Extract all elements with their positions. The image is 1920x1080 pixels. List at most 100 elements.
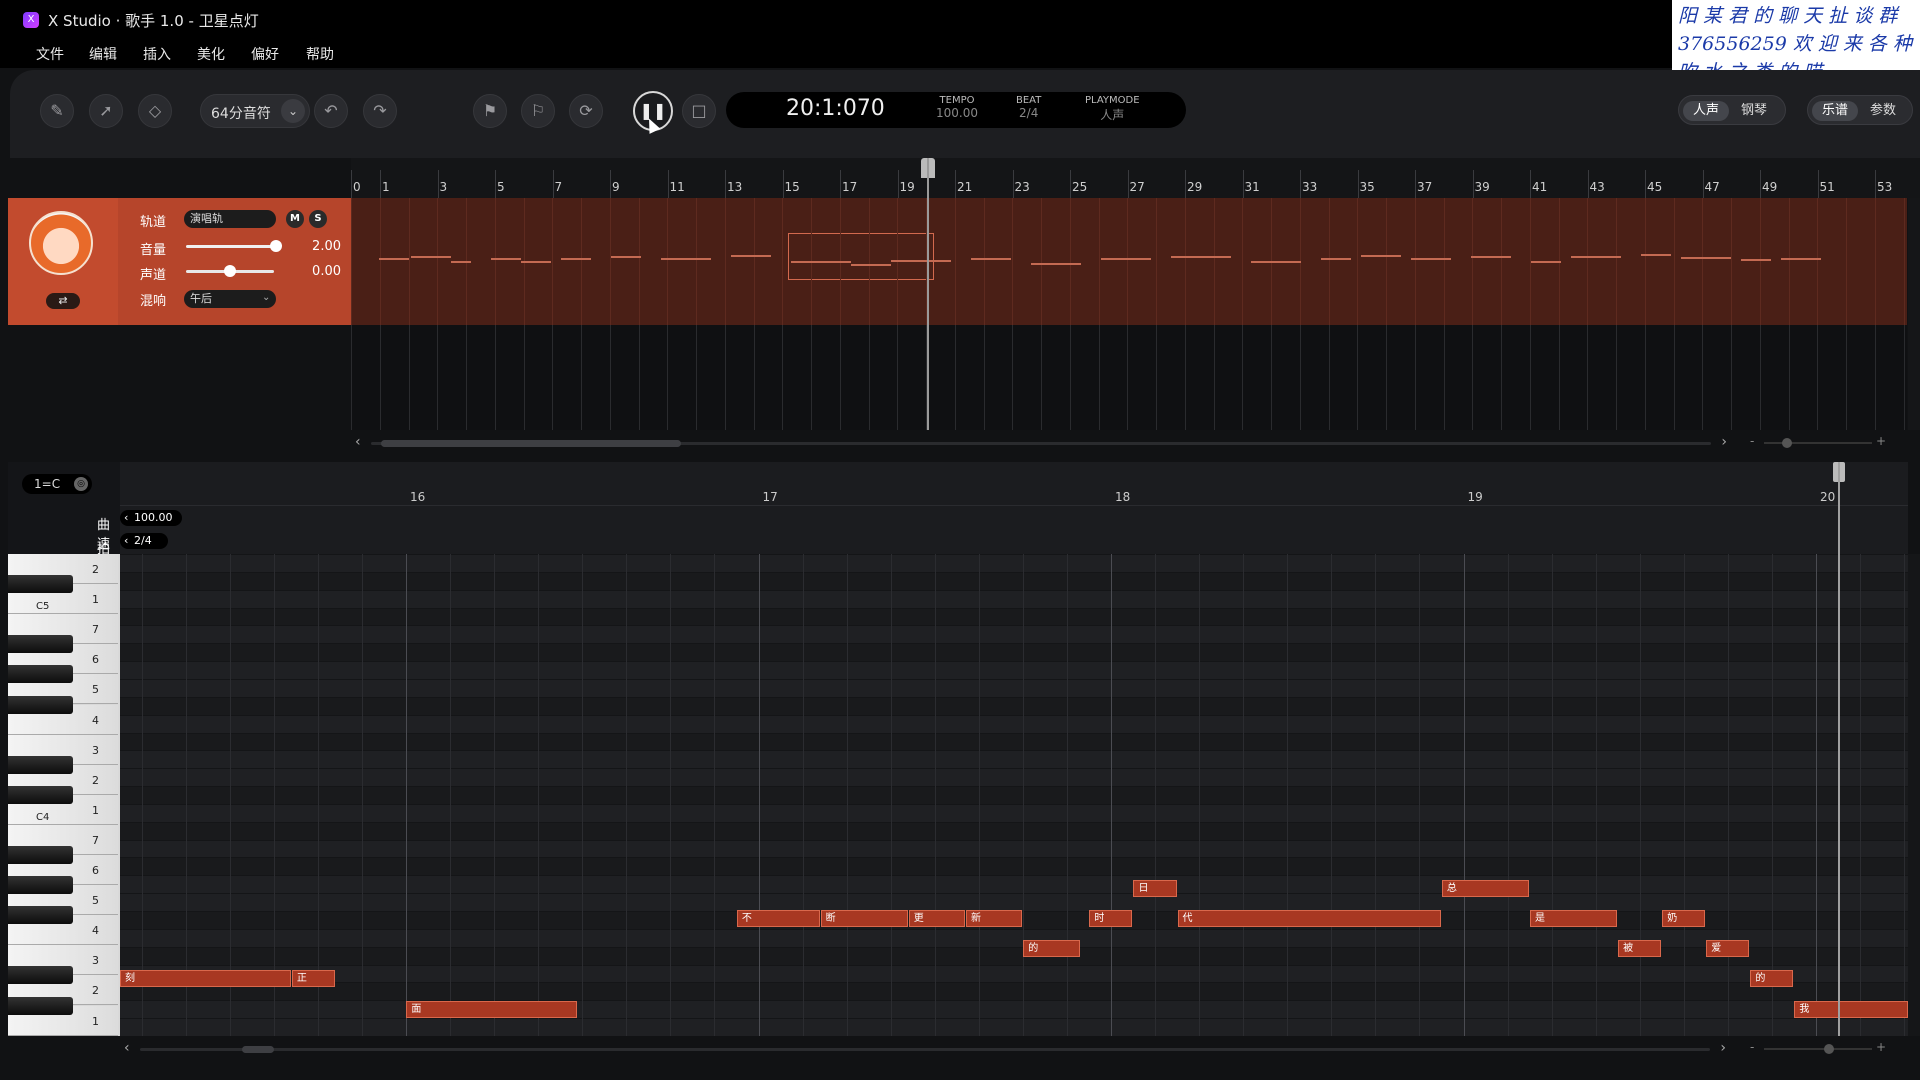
zoom-in-icon[interactable]: + [1876,1040,1886,1054]
undo-icon: ↶ [324,101,338,120]
menu-beautify[interactable]: 美化 [197,44,225,64]
tempo-chip[interactable]: ‹ 100.00 [120,510,182,526]
chevron-left-icon[interactable]: ‹ [124,1040,130,1056]
note[interactable]: 刻 [120,970,291,988]
note-grid[interactable]: 刻正面不断更新的时日代总是被奶爱的我 [120,554,1908,1036]
beat-line [1595,554,1597,1036]
piano-black-key[interactable] [8,695,73,714]
zoom-knob[interactable] [1824,1044,1834,1054]
note[interactable]: 新 [966,910,1023,928]
ruler-tick [380,170,381,198]
note[interactable]: 奶 [1662,910,1706,928]
piano-black-key[interactable] [8,785,73,804]
marker-start-button[interactable]: ⚑ [473,94,507,128]
zoom-out-icon[interactable]: - [1750,434,1754,448]
piano-black-key[interactable] [8,966,73,985]
grid-line [782,325,784,430]
marker-end-button[interactable]: ⚐ [521,94,555,128]
note[interactable]: 面 [406,1000,578,1018]
menu-edit[interactable]: 编辑 [89,44,117,64]
redo-button[interactable]: ↷ [363,94,397,128]
piano-mode-button[interactable]: 钢琴 [1731,101,1777,121]
pointer-icon: ➚ [99,101,113,120]
track-name-field[interactable]: 演唱轨 [184,210,276,228]
note-preview [1681,257,1731,259]
note[interactable]: 代 [1177,910,1441,928]
solo-button[interactable]: S [309,210,327,228]
mute-button[interactable]: M [286,210,304,228]
grid-line [1558,325,1560,430]
note[interactable]: 的 [1750,970,1794,988]
zoom-out-icon[interactable]: - [1750,1040,1754,1054]
view-range-box[interactable] [788,233,934,280]
menu-preferences[interactable]: 偏好 [251,44,279,64]
zoom-in-icon[interactable]: + [1876,434,1886,448]
vocal-mode-button[interactable]: 人声 [1683,101,1730,121]
menu-help[interactable]: 帮助 [306,44,334,64]
undo-button[interactable]: ↶ [314,94,348,128]
swap-singer-button[interactable]: ⇄ [46,293,80,309]
piano-black-key[interactable] [8,635,73,654]
arrangement-scrollbar[interactable]: ‹ › [351,434,1731,452]
chevron-left-icon[interactable]: ‹ [355,434,361,450]
track-lane[interactable] [351,198,1907,325]
note[interactable]: 断 [820,910,908,928]
select-tool-button[interactable]: ➚ [89,94,123,128]
piano-roll-scrollbar[interactable]: ‹ › [120,1040,1730,1058]
chevron-right-icon[interactable]: › [1720,1040,1726,1056]
piano-roll-vertical-scrollbar[interactable] [1908,554,1920,1036]
key-degree-label: 7 [92,623,99,637]
volume-slider-knob[interactable] [270,240,282,252]
grid-line [897,325,899,430]
pan-slider-knob[interactable] [224,265,236,277]
key-signature-chip[interactable]: 1=C ◎ [22,474,92,494]
empty-track-area[interactable] [351,325,1907,430]
pencil-tool-button[interactable]: ✎ [40,94,74,128]
piano-black-key[interactable] [8,846,73,864]
chevron-right-icon[interactable]: › [1721,434,1727,450]
snap-select[interactable]: 64分音符 ⌄ [200,94,310,128]
loop-button[interactable]: ⟳ [569,94,603,128]
arrangement-zoom-slider[interactable]: - + [1748,434,1888,452]
note[interactable]: 的 [1023,940,1080,958]
piano-keyboard[interactable]: 2 1 7 6 5 4 3 2 1 7 6 5 4 3 2 1 C5 C4 [8,554,120,1036]
score-view-button[interactable]: 乐谱 [1812,101,1859,121]
volume-slider[interactable] [186,245,274,248]
piano-black-key[interactable] [8,876,73,895]
zoom-knob[interactable] [1782,438,1792,448]
scroll-thumb[interactable] [242,1046,274,1053]
eraser-tool-button[interactable]: ◇ [138,94,172,128]
note[interactable]: 更 [908,910,965,928]
note[interactable]: 是 [1530,910,1618,928]
singer-avatar[interactable] [29,211,93,275]
note[interactable]: 被 [1618,940,1662,958]
grid-line [1328,325,1330,430]
arrangement-vertical-scrollbar[interactable] [1908,198,1920,430]
note[interactable]: 总 [1441,880,1529,898]
gear-icon[interactable]: ◎ [74,477,88,491]
piano-roll-zoom-slider[interactable]: - + [1748,1040,1888,1058]
note[interactable]: 爱 [1706,940,1750,958]
grid-line [581,198,582,325]
note[interactable]: 不 [736,910,820,928]
meter-chip[interactable]: ‹ 2/4 [120,533,168,549]
ruler-tick [1875,170,1876,198]
piano-black-key[interactable] [8,665,73,684]
note[interactable]: 我 [1794,1000,1908,1018]
note-preview [521,261,551,263]
ruler-tick [1127,170,1129,198]
piano-black-key[interactable] [8,906,73,925]
piano-black-key[interactable] [8,575,73,594]
note[interactable]: 日 [1133,880,1177,898]
piano-roll-ruler[interactable]: 16 17 18 19 20 [120,462,1908,506]
stop-button[interactable]: □ [682,94,716,128]
note[interactable]: 时 [1089,910,1133,928]
piano-black-key[interactable] [8,755,73,774]
params-view-button[interactable]: 参数 [1860,101,1906,121]
scroll-thumb[interactable] [381,440,681,447]
menu-file[interactable]: 文件 [36,44,64,64]
arrangement-ruler[interactable]: 0 1 3 5 7 9 11 13 15 17 19 21 23 25 27 29 31 33 35 37 39 41 43… [351,158,1920,198]
piano-black-key[interactable] [8,996,73,1015]
menu-insert[interactable]: 插入 [143,44,171,64]
note[interactable]: 正 [291,970,335,988]
